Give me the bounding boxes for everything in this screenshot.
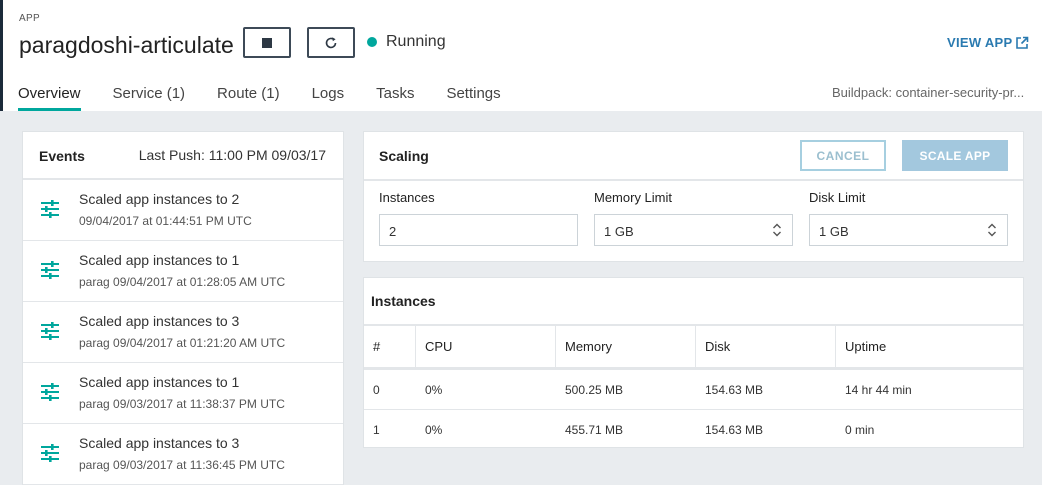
sliders-icon xyxy=(40,321,60,341)
column-header: Disk xyxy=(696,326,836,367)
event-description: Scaled app instances to 1 xyxy=(79,252,240,268)
chevron-updown-icon xyxy=(773,223,781,237)
table-cell: 0 xyxy=(373,382,380,397)
event-description: Scaled app instances to 1 xyxy=(79,374,240,390)
app-status: Running xyxy=(367,33,446,51)
table-cell: 154.63 MB xyxy=(705,422,764,437)
sliders-icon xyxy=(40,382,60,402)
memory-value: 1 GB xyxy=(604,224,634,239)
column-header: Uptime xyxy=(845,339,887,354)
table-row: 1 0% 455.71 MB 154.63 MB 0 min xyxy=(364,409,1023,449)
event-timestamp: parag 09/04/2017 at 01:21:20 AM UTC xyxy=(79,336,286,350)
sliders-icon xyxy=(40,199,60,219)
tab-logs[interactable]: Logs xyxy=(312,80,345,111)
table-cell: 0 min xyxy=(845,422,875,437)
app-label: APP xyxy=(19,13,40,24)
disk-value: 1 GB xyxy=(819,224,849,239)
table-cell: 14 hr 44 min xyxy=(845,382,912,397)
buildpack-label: Buildpack: container-security-pr... xyxy=(832,85,1025,100)
events-header: Events Last Push: 11:00 PM 09/03/17 xyxy=(23,132,343,180)
list-item: Scaled app instances to 1 parag 09/04/201… xyxy=(23,241,343,302)
tab-settings[interactable]: Settings xyxy=(446,80,500,111)
event-timestamp: parag 09/03/2017 at 11:36:45 PM UTC xyxy=(79,458,285,472)
tab-overview[interactable]: Overview xyxy=(18,80,81,111)
list-item: Scaled app instances to 3 parag 09/03/201… xyxy=(23,424,343,485)
event-timestamp: parag 09/03/2017 at 11:38:37 PM UTC xyxy=(79,397,285,411)
main-content: Events Last Push: 11:00 PM 09/03/17 Scal… xyxy=(0,111,1042,485)
app-title: paragdoshi-articulate xyxy=(19,32,234,58)
table-row: 0 0% 500.25 MB 154.63 MB 14 hr 44 min xyxy=(364,369,1023,409)
scale-app-button[interactable]: SCALE APP xyxy=(902,140,1008,171)
table-cell: 0% xyxy=(425,382,443,397)
list-item: Scaled app instances to 2 09/04/2017 at 0… xyxy=(23,180,343,241)
event-timestamp: parag 09/04/2017 at 01:28:05 AM UTC xyxy=(79,275,286,289)
sliders-icon xyxy=(40,260,60,280)
column-header: Memory xyxy=(556,326,696,367)
scaling-title: Scaling xyxy=(379,148,429,164)
tab-tasks[interactable]: Tasks xyxy=(376,80,414,111)
event-description: Scaled app instances to 2 xyxy=(79,191,240,207)
view-app-label: VIEW APP xyxy=(947,35,1013,50)
column-header: CPU xyxy=(416,326,556,367)
table-cell: 0% xyxy=(425,422,443,437)
instances-table-header: # CPU Memory Disk Uptime xyxy=(364,326,1023,369)
table-cell: 500.25 MB xyxy=(565,382,624,397)
memory-field-label: Memory Limit xyxy=(594,190,673,205)
instances-field-label: Instances xyxy=(379,190,435,205)
external-link-icon xyxy=(1016,36,1029,49)
instances-panel: Instances # CPU Memory Disk Uptime 0 0% … xyxy=(363,277,1024,448)
memory-limit-select[interactable]: 1 GB xyxy=(594,214,793,246)
list-item: Scaled app instances to 1 parag 09/03/201… xyxy=(23,363,343,424)
instances-header: Instances xyxy=(364,278,1023,326)
status-dot xyxy=(367,37,377,47)
event-description: Scaled app instances to 3 xyxy=(79,435,240,451)
stop-button[interactable] xyxy=(243,27,291,58)
list-item: Scaled app instances to 3 parag 09/04/201… xyxy=(23,302,343,363)
events-title: Events xyxy=(39,148,85,164)
view-app-link[interactable]: VIEW APP xyxy=(947,35,1029,50)
column-header: # xyxy=(364,326,416,367)
tab-service[interactable]: Service (1) xyxy=(113,80,186,111)
table-cell: 1 xyxy=(373,422,380,437)
tab-route[interactable]: Route (1) xyxy=(217,80,280,111)
event-description: Scaled app instances to 3 xyxy=(79,313,240,329)
sliders-icon xyxy=(40,443,60,463)
event-timestamp: 09/04/2017 at 01:44:51 PM UTC xyxy=(79,214,252,228)
stop-icon xyxy=(262,37,272,48)
disk-limit-select[interactable]: 1 GB xyxy=(809,214,1008,246)
scaling-header: Scaling CANCEL SCALE APP xyxy=(364,132,1023,181)
instances-input[interactable]: 2 xyxy=(379,214,578,246)
status-text: Running xyxy=(386,33,446,50)
tab-bar: Overview Service (1) Route (1) Logs Task… xyxy=(3,80,533,111)
events-panel: Events Last Push: 11:00 PM 09/03/17 Scal… xyxy=(22,131,344,485)
scaling-panel: Scaling CANCEL SCALE APP Instances 2 Mem… xyxy=(363,131,1024,262)
table-cell: 154.63 MB xyxy=(705,382,764,397)
disk-field-label: Disk Limit xyxy=(809,190,866,205)
restart-icon xyxy=(325,36,337,48)
app-header: APP paragdoshi-articulate Running VIEW A… xyxy=(0,0,1042,111)
cancel-button[interactable]: CANCEL xyxy=(800,140,886,171)
instances-value: 2 xyxy=(389,224,397,239)
instances-title: Instances xyxy=(371,293,436,309)
chevron-updown-icon xyxy=(988,223,996,237)
table-cell: 455.71 MB xyxy=(565,422,624,437)
last-push: Last Push: 11:00 PM 09/03/17 xyxy=(138,147,326,163)
restart-button[interactable] xyxy=(307,27,355,58)
